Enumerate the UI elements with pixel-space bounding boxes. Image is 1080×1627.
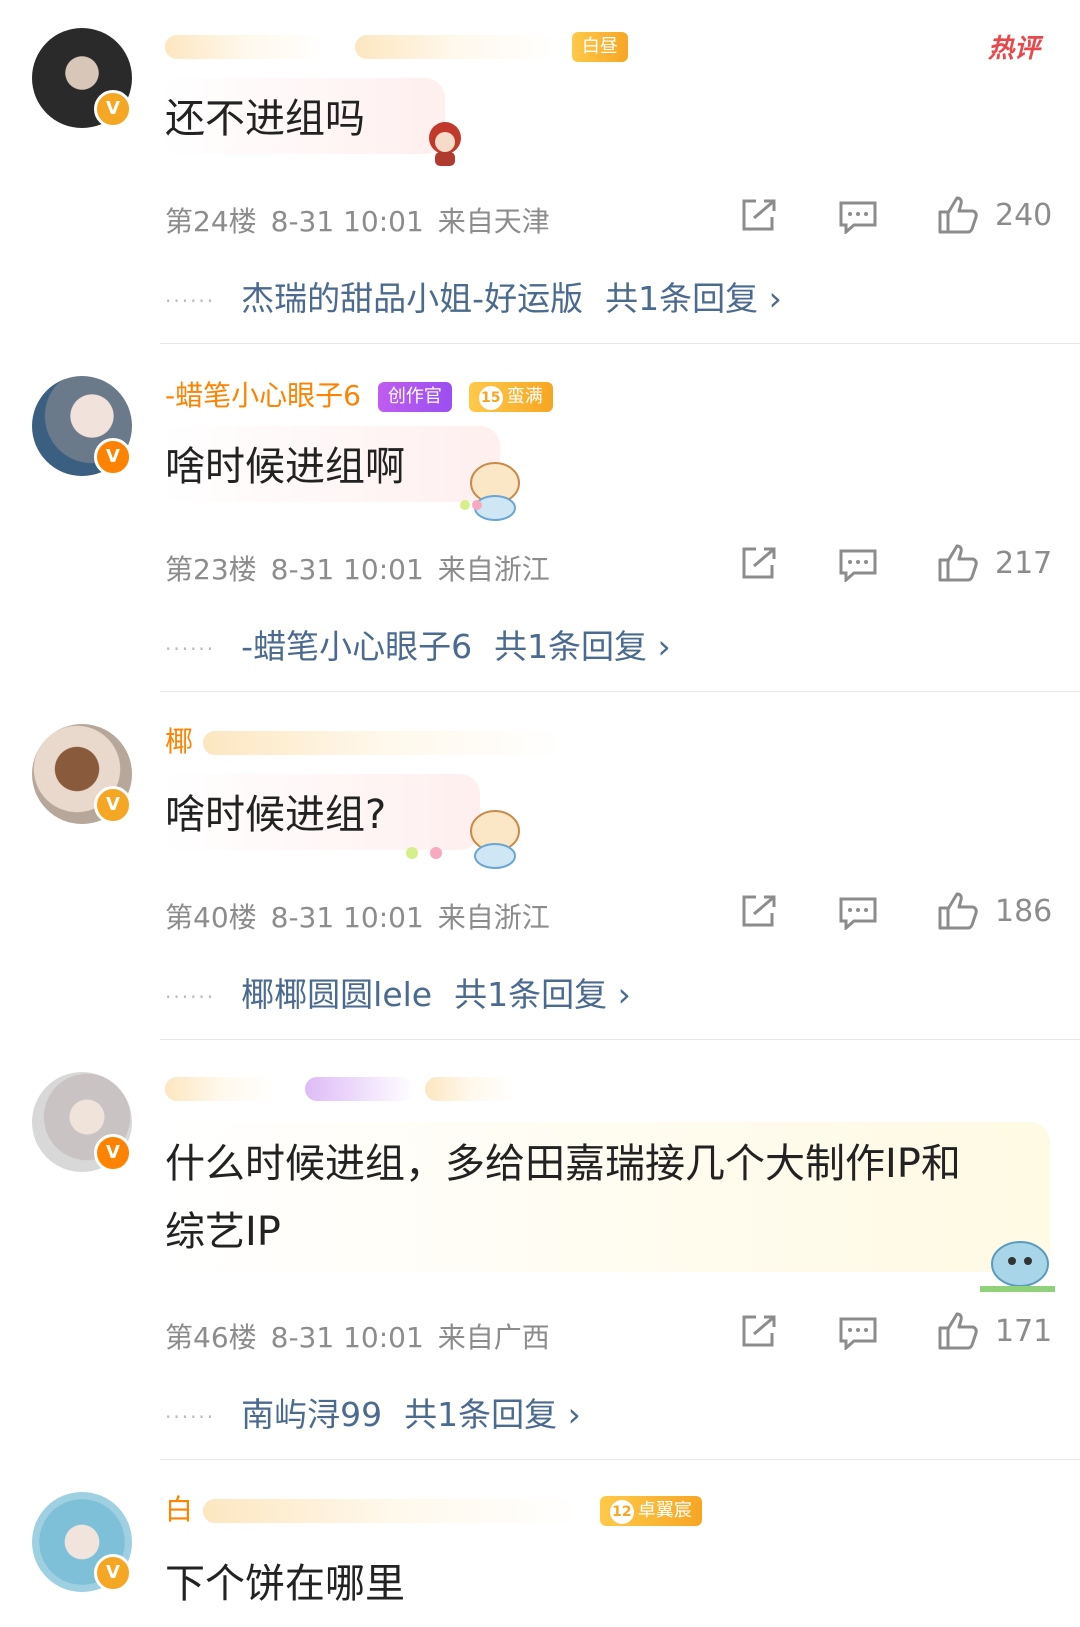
thumbs-up-icon — [938, 544, 978, 582]
comment-icon — [839, 897, 877, 930]
share-icon — [742, 199, 776, 231]
thumbs-up-icon — [938, 196, 978, 234]
reply-link[interactable]: ······ -蜡笔小心眼子6 共1条回复 › — [165, 620, 671, 668]
comment-meta: 第40楼 8-31 10:01 来自浙江 — [165, 901, 550, 934]
comment-icon — [839, 201, 877, 234]
divider — [160, 343, 1080, 344]
creator-badge: 创作官 — [377, 382, 452, 412]
comment-text: 啥时候进组? — [165, 792, 387, 838]
hot-comment-tag: 热评 — [987, 34, 1040, 64]
comment-button[interactable] — [838, 200, 878, 234]
divider — [160, 1039, 1080, 1040]
comment-text: 啥时候进组啊 — [165, 444, 405, 490]
thumbs-up-icon — [938, 892, 978, 930]
like-button[interactable]: 217 — [937, 543, 1052, 583]
comment-text: 还不进组吗 — [165, 96, 365, 142]
share-icon — [742, 895, 776, 927]
reply-link[interactable]: ······ 椰椰圆圆lele 共1条回复 › — [165, 968, 631, 1016]
verified-v-icon: V — [94, 438, 132, 476]
like-button[interactable]: 171 — [937, 1311, 1052, 1351]
share-button[interactable] — [740, 198, 778, 232]
like-count: 217 — [995, 545, 1053, 581]
comment-button[interactable] — [838, 1316, 878, 1350]
share-button[interactable] — [740, 894, 778, 928]
like-button[interactable]: 186 — [937, 891, 1052, 931]
verified-v-icon: V — [94, 90, 132, 128]
comment-text: 什么时候进组，多给田嘉瑞接几个大制作IP和 综艺IP — [165, 1141, 961, 1255]
like-count: 240 — [995, 197, 1053, 233]
username[interactable] — [165, 1070, 515, 1106]
sticker-icon — [460, 462, 520, 521]
fan-badge: 12 卓翼宸 — [599, 1496, 702, 1526]
divider — [160, 1459, 1080, 1460]
verified-v-icon: V — [94, 1554, 132, 1592]
reply-link[interactable]: ······ 杰瑞的甜品小姐-好运版 共1条回复 › — [165, 272, 782, 320]
comment-icon — [839, 1317, 877, 1350]
comment-text: 下个饼在哪里 — [165, 1561, 405, 1607]
divider — [160, 691, 1080, 692]
comment-icon — [839, 549, 877, 582]
thumbs-up-icon — [938, 1312, 978, 1350]
username[interactable]: 白 12 卓翼宸 — [165, 1492, 702, 1528]
comment-button[interactable] — [838, 896, 878, 930]
sticker-icon — [406, 810, 520, 869]
comment-meta: 第24楼 8-31 10:01 来自天津 — [165, 205, 550, 238]
share-icon — [742, 547, 776, 579]
verified-v-icon: V — [94, 786, 132, 824]
username[interactable]: 白昼 — [165, 28, 628, 64]
sticker-icon — [980, 1241, 1055, 1292]
comment-meta: 第23楼 8-31 10:01 来自浙江 — [165, 553, 550, 586]
share-button[interactable] — [740, 1314, 778, 1348]
like-button[interactable]: 240 — [937, 195, 1052, 235]
sticker-icon — [429, 122, 461, 166]
comment-meta: 第46楼 8-31 10:01 来自广西 — [165, 1321, 550, 1354]
fan-badge: 白昼 — [571, 32, 628, 62]
verified-v-icon: V — [94, 1134, 132, 1172]
username[interactable]: -蜡笔小心眼子6 创作官 15 蛮满 — [165, 378, 553, 414]
share-icon — [742, 1315, 776, 1347]
fan-badge: 15 蛮满 — [468, 382, 553, 412]
like-count: 186 — [995, 893, 1053, 929]
reply-link[interactable]: ······ 南屿浔99 共1条回复 › — [165, 1388, 581, 1436]
share-button[interactable] — [740, 546, 778, 580]
comment-button[interactable] — [838, 548, 878, 582]
username[interactable]: 椰 — [165, 724, 564, 760]
like-count: 171 — [995, 1313, 1053, 1349]
